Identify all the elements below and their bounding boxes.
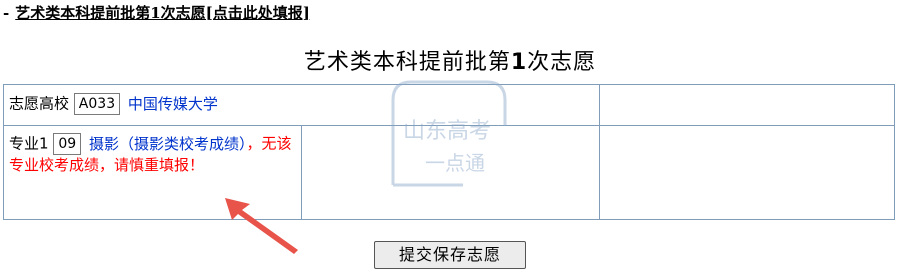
volunteer-table: 志愿高校 A033 中国传媒大学 专业1 09 摄影（摄影类校考成绩），无该专业… (3, 84, 895, 220)
major-label: 专业1 (9, 134, 49, 153)
major-name: 摄影（摄影类校考成绩） (88, 134, 247, 153)
major-cell: 专业1 09 摄影（摄影类校考成绩），无该专业校考成绩，请慎重填报！ (9, 133, 297, 176)
school-cell: 志愿高校 A033 中国传媒大学 (9, 93, 218, 115)
title-part2: 次志愿 (527, 50, 597, 75)
page-title: 艺术类本科提前批第1次志愿 (0, 48, 900, 78)
link-prefix: - (3, 4, 10, 22)
major-code-field[interactable]: 09 (53, 133, 82, 155)
column-divider (599, 85, 600, 219)
fill-link-row: - 艺术类本科提前批第1次志愿[点击此处填报] (3, 3, 310, 23)
title-part1: 艺术类本科提前批第 (303, 50, 511, 75)
submit-save-button[interactable]: 提交保存志愿 (374, 241, 526, 269)
row-divider (4, 125, 894, 126)
title-number: 1 (510, 50, 528, 75)
fill-volunteer-link[interactable]: 艺术类本科提前批第1次志愿[点击此处填报] (15, 4, 310, 22)
school-name: 中国传媒大学 (127, 94, 218, 113)
school-code-field[interactable]: A033 (73, 93, 121, 115)
column-divider-lower (301, 125, 302, 219)
school-label: 志愿高校 (9, 94, 70, 113)
